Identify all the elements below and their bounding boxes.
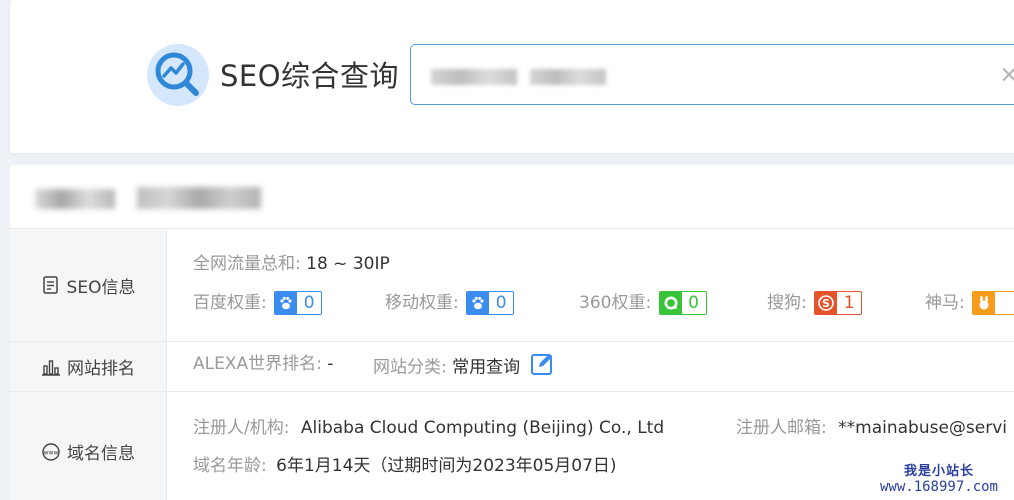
- alexa-rank-key: ALEXA世界排名:: [193, 354, 322, 374]
- seo-chart-search-icon: [147, 44, 209, 106]
- registrant-email-key: 注册人邮箱:: [736, 418, 827, 438]
- 360-weight-value: 0: [681, 292, 706, 314]
- bar-chart-icon: [41, 357, 61, 377]
- document-icon: [41, 275, 61, 295]
- registrant-email-value: **mainabuse@servi: [838, 418, 1008, 438]
- edit-icon[interactable]: [530, 352, 554, 383]
- domain-age-value: 6年1月14天（过期时间为2023年05月07日): [276, 456, 617, 476]
- 360-weight[interactable]: 360权重: 0: [579, 291, 707, 315]
- header-card: SEO综合查询 ×: [10, 0, 1014, 153]
- baidu-paw-icon: [467, 292, 490, 314]
- mobile-weight[interactable]: 移动权重: 0: [385, 291, 515, 315]
- site-ranking-label-cell: 网站排名: [10, 342, 167, 391]
- domain-info-label: 域名信息: [67, 444, 135, 464]
- site-ranking-row: 网站排名 ALEXA世界排名: - 网站分类: 常用查询: [10, 342, 1014, 392]
- shenma-weight-value: [995, 292, 1014, 314]
- total-traffic: 全网流量总和: 18 ~ 30IP: [193, 252, 390, 276]
- shenma-weight-badge[interactable]: [972, 291, 1014, 315]
- watermark-line2: www.168997.com: [879, 479, 998, 495]
- total-traffic-value: 18 ~ 30IP: [306, 254, 390, 274]
- mobile-weight-badge[interactable]: 0: [466, 291, 515, 315]
- domain-info-label-cell: www 域名信息: [10, 392, 167, 500]
- search-value-redacted: [530, 69, 606, 85]
- shenma-weight[interactable]: 神马:: [925, 291, 1014, 315]
- info-card: SEO信息 全网流量总和: 18 ~ 30IP 百度权重: 0 移动权重: 0 …: [10, 165, 1014, 500]
- site-category-value: 常用查询: [452, 357, 521, 378]
- shenma-icon: [973, 292, 996, 314]
- mobile-weight-value: 0: [489, 292, 514, 314]
- 360-weight-key: 360权重:: [579, 293, 652, 313]
- registrant-email: 注册人邮箱: **mainabuse@servi: [736, 416, 1007, 440]
- domain-age: 域名年龄: 6年1月14天（过期时间为2023年05月07日): [193, 454, 617, 478]
- domain-age-key: 域名年龄:: [193, 456, 267, 476]
- baidu-weight[interactable]: 百度权重: 0: [193, 291, 323, 315]
- alexa-rank: ALEXA世界排名: -: [193, 352, 333, 376]
- registrant-key: 注册人/机构:: [193, 418, 290, 438]
- seo-info-label: SEO信息: [66, 277, 136, 298]
- svg-text:S: S: [822, 297, 830, 310]
- domain-name-redacted: [137, 187, 261, 209]
- site-category: 网站分类: 常用查询: [373, 352, 554, 383]
- registrant-value: Alibaba Cloud Computing (Beijing) Co., L…: [300, 418, 665, 438]
- baidu-weight-badge[interactable]: 0: [274, 291, 323, 315]
- baidu-paw-icon: [275, 292, 298, 314]
- sogou-weight-badge[interactable]: S 1: [814, 291, 863, 315]
- 360-icon: [659, 292, 682, 314]
- shenma-weight-key: 神马:: [925, 293, 965, 313]
- watermark: 我是小站长 www.168997.com: [864, 456, 1014, 500]
- www-icon: www: [41, 442, 61, 462]
- mobile-weight-key: 移动权重:: [385, 293, 459, 313]
- sogou-weight-key: 搜狗:: [767, 293, 807, 313]
- clear-icon[interactable]: ×: [999, 59, 1014, 89]
- baidu-weight-key: 百度权重:: [193, 293, 267, 313]
- 360-weight-badge[interactable]: 0: [658, 291, 707, 315]
- search-input[interactable]: ×: [410, 44, 1014, 105]
- site-category-key: 网站分类:: [373, 357, 447, 378]
- sogou-weight-value: 1: [837, 292, 862, 314]
- seo-info-label-cell: SEO信息: [10, 229, 167, 341]
- alexa-rank-value: -: [327, 354, 334, 374]
- baidu-weight-value: 0: [297, 292, 322, 314]
- sogou-icon: S: [815, 292, 838, 314]
- search-value-redacted: [431, 69, 517, 85]
- seo-info-row: SEO信息 全网流量总和: 18 ~ 30IP 百度权重: 0 移动权重: 0 …: [10, 229, 1014, 342]
- app-title: SEO综合查询: [220, 59, 400, 93]
- sogou-weight[interactable]: 搜狗: S 1: [767, 291, 863, 315]
- watermark-line1: 我是小站长: [903, 464, 974, 479]
- total-traffic-key: 全网流量总和:: [193, 254, 301, 274]
- site-ranking-label: 网站排名: [67, 359, 135, 379]
- svg-text:www: www: [44, 449, 59, 456]
- domain-name-redacted: [35, 189, 115, 209]
- registrant: 注册人/机构: Alibaba Cloud Computing (Beijing…: [193, 416, 664, 440]
